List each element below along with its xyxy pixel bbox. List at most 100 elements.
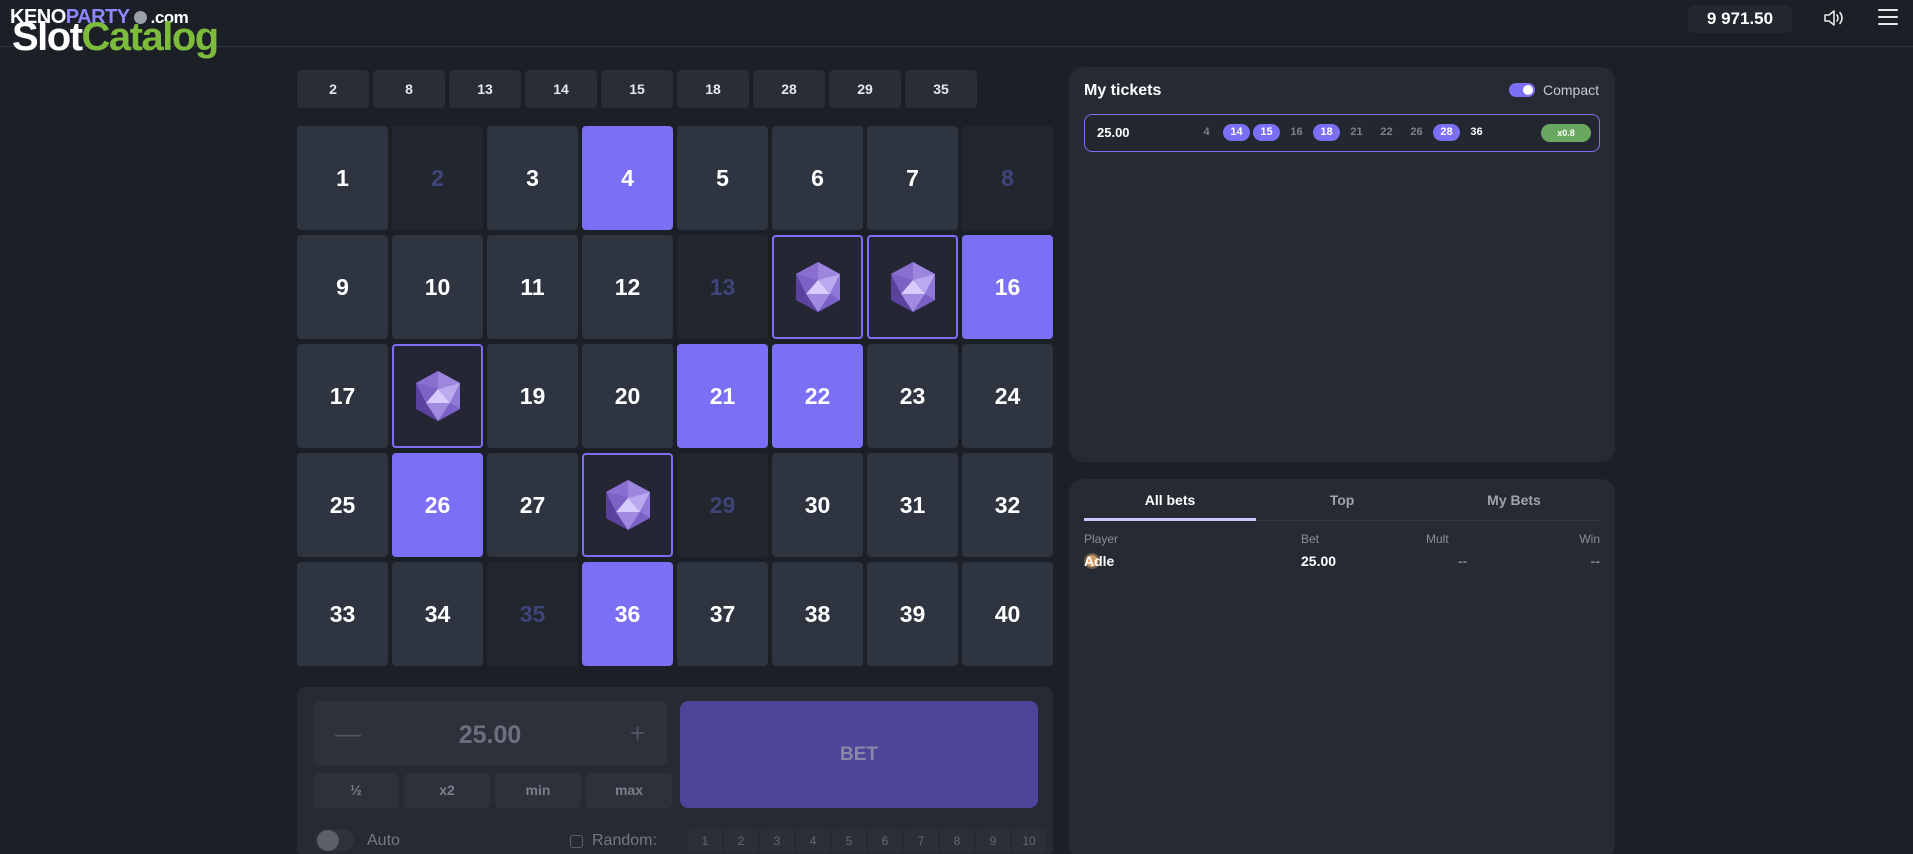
keno-cell[interactable]: 20 [582,344,673,448]
random-count-button[interactable]: 6 [868,829,902,853]
player-name: Adle [1084,553,1115,569]
keno-cell-number: 24 [994,382,1021,409]
random-count-button[interactable]: 2 [724,829,758,853]
keno-cell[interactable]: 27 [487,453,578,557]
drawn-number-chip: 2 [297,70,369,108]
keno-cell[interactable]: 35 [487,562,578,666]
keno-cell[interactable]: 7 [867,126,958,230]
ticket-number: 4 [1203,126,1210,138]
random-count-button[interactable]: 1 [688,829,722,853]
ticket-number: 15 [1253,124,1280,141]
keno-cell[interactable]: 2 [392,126,483,230]
keno-cell[interactable]: 40 [962,562,1053,666]
ticket-number: 22 [1380,126,1393,138]
auto-toggle[interactable] [315,829,355,851]
drawn-number-chip: 13 [449,70,521,108]
keno-cell[interactable]: 22 [772,344,863,448]
my-tickets-panel: My tickets Compact 25.00 4 14 15 16 18 21 22 26… [1069,67,1615,462]
ticket-numbers: 4 14 15 16 18 21 22 26 28 36 [1193,124,1490,141]
keno-cell-number: 2 [431,164,444,191]
keno-cell[interactable]: 26 [392,453,483,557]
keno-cell[interactable]: 13 [677,235,768,339]
compact-toggle[interactable]: Compact [1508,82,1599,98]
keno-cell-number: 11 [520,273,545,300]
ticket-number: 28 [1433,124,1460,141]
keno-cell[interactable]: 21 [677,344,768,448]
increase-button[interactable]: + [630,720,645,746]
keno-cell[interactable]: 34 [392,562,483,666]
keno-cell-number: 30 [804,491,831,518]
ticket-amount: 25.00 [1097,125,1130,140]
keno-cell[interactable]: 12 [582,235,673,339]
keno-cell[interactable]: 16 [962,235,1053,339]
max-button[interactable]: max [586,773,672,808]
keno-cell[interactable]: 29 [677,453,768,557]
keno-cell[interactable] [582,453,673,557]
keno-cell[interactable]: 38 [772,562,863,666]
half-button[interactable]: ½ [313,773,399,808]
stake-field[interactable]: — 25.00 + [313,701,667,765]
bet-button[interactable]: BET [680,701,1038,808]
keno-cell[interactable]: 3 [487,126,578,230]
keno-cell[interactable]: 25 [297,453,388,557]
keno-cell[interactable]: 8 [962,126,1053,230]
keno-cell-number: 6 [811,164,824,191]
keno-cell-number: 1 [336,164,349,191]
keno-cell[interactable]: 32 [962,453,1053,557]
keno-cell[interactable]: 30 [772,453,863,557]
ticket-number: 14 [1223,124,1250,141]
keno-cell[interactable]: 11 [487,235,578,339]
tab-all-bets[interactable]: All bets [1084,479,1256,521]
keno-cell[interactable] [772,235,863,339]
keno-cell[interactable]: 6 [772,126,863,230]
random-count-button[interactable]: 9 [976,829,1010,853]
keno-cell-number: 12 [614,273,641,300]
random-count-button[interactable]: 4 [796,829,830,853]
ticket-number: 26 [1410,126,1423,138]
keno-cell-number: 4 [621,164,634,191]
keno-cell[interactable]: 5 [677,126,768,230]
keno-cell-number: 35 [519,600,546,627]
double-button[interactable]: x2 [404,773,490,808]
stake-value[interactable]: 25.00 [313,721,667,750]
compact-switch[interactable] [1508,83,1535,97]
drawn-number-chip: 14 [525,70,597,108]
keno-cell[interactable]: 31 [867,453,958,557]
bet-controls: — 25.00 + ½ x2 min max BET Auto Random: … [297,687,1053,854]
keno-cell[interactable]: 33 [297,562,388,666]
keno-cell-number: 25 [329,491,356,518]
keno-cell[interactable]: 4 [582,126,673,230]
keno-cell[interactable] [392,344,483,448]
keno-cell-number: 23 [899,382,926,409]
keno-cell[interactable]: 17 [297,344,388,448]
keno-cell-number: 8 [1001,164,1014,191]
ticket-row[interactable]: 25.00 4 14 15 16 18 21 22 26 28 36 x0.8 [1084,114,1600,152]
random-count-button[interactable]: 5 [832,829,866,853]
tab-top[interactable]: Top [1256,479,1428,520]
sound-icon[interactable] [1822,8,1846,28]
gem-icon [605,480,650,530]
random-count-button[interactable]: 3 [760,829,794,853]
keno-cell[interactable]: 39 [867,562,958,666]
gem-icon [415,371,460,421]
menu-icon[interactable] [1878,9,1898,27]
keno-cell[interactable]: 23 [867,344,958,448]
random-count-button[interactable]: 8 [940,829,974,853]
ticket-number: 18 [1313,124,1340,141]
random-count-button[interactable]: 7 [904,829,938,853]
keno-cell[interactable]: 24 [962,344,1053,448]
keno-cell[interactable]: 37 [677,562,768,666]
bets-header: Player Bet Mult Win [1084,532,1600,546]
min-button[interactable]: min [495,773,581,808]
col-bet: Bet [1301,532,1320,546]
random-count-button[interactable]: 10 [1012,829,1046,853]
keno-cell[interactable]: 9 [297,235,388,339]
keno-cell[interactable]: 1 [297,126,388,230]
auto-label: Auto [367,832,400,849]
random-checkbox[interactable] [570,835,583,848]
keno-cell[interactable] [867,235,958,339]
keno-cell[interactable]: 19 [487,344,578,448]
keno-cell[interactable]: 36 [582,562,673,666]
tab-my-bets[interactable]: My Bets [1428,479,1600,520]
keno-cell[interactable]: 10 [392,235,483,339]
